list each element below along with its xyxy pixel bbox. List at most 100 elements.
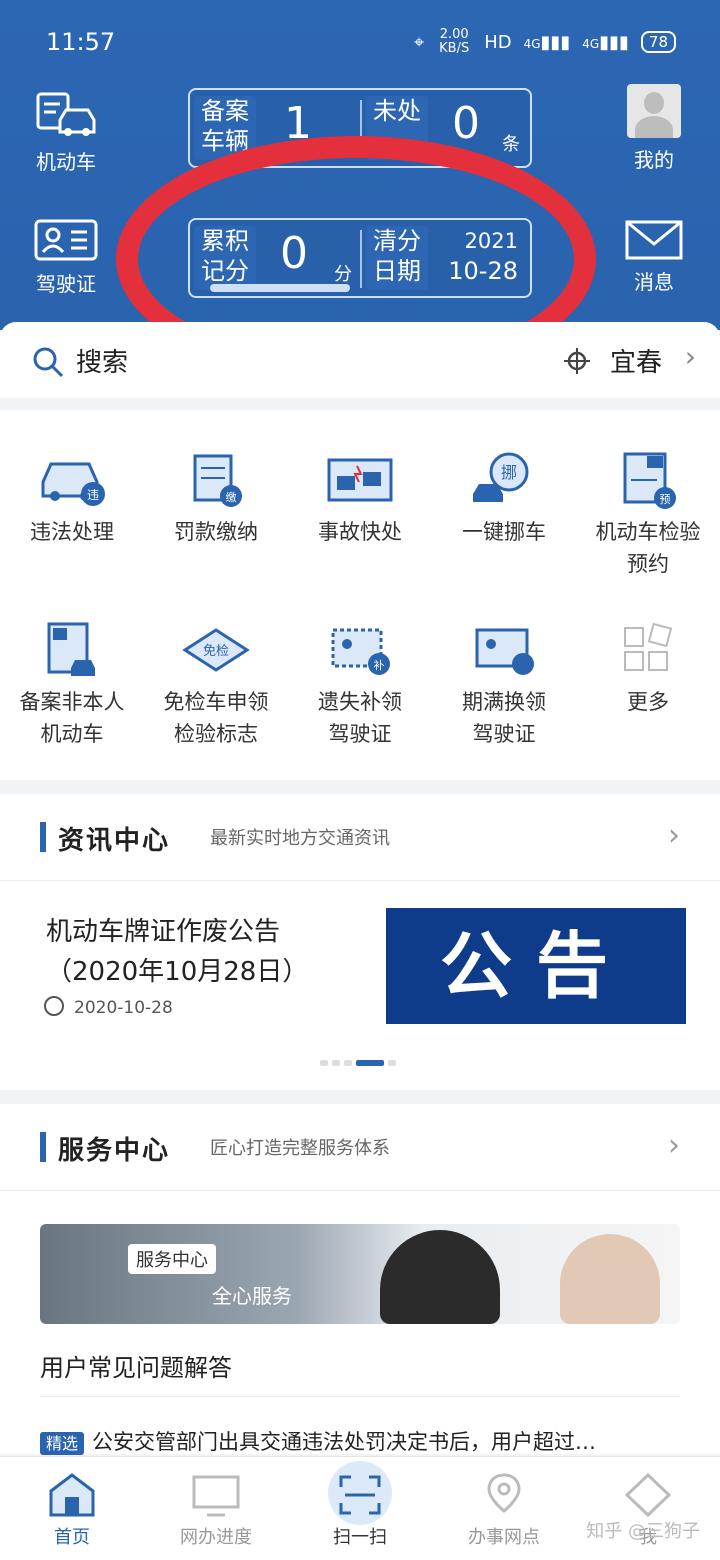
diamond-icon xyxy=(624,1472,672,1518)
news-banner-image[interactable]: 公告 xyxy=(386,908,686,1024)
svg-text:免检: 免检 xyxy=(203,644,229,659)
tab-label: 办事网点 xyxy=(468,1527,540,1548)
avatar xyxy=(627,84,681,138)
move-car-icon: 挪 xyxy=(473,452,529,502)
tab-label: 首页 xyxy=(54,1527,90,1548)
svg-text:缴: 缴 xyxy=(226,490,237,504)
service-violation[interactable]: 违 违法处理 xyxy=(0,450,144,548)
featured-tag: 精选 xyxy=(40,1432,85,1455)
service-lost-license[interactable]: 补 遗失补领驾驶证 xyxy=(288,620,432,750)
faq-item[interactable]: 精选 公安交管部门出具交通违法处罚决定书后，用户超过… xyxy=(40,1426,596,1456)
carousel-dot xyxy=(320,1060,328,1066)
service-more[interactable]: 更多 xyxy=(576,620,720,718)
signal-icon-2: 4G▮▮▮ xyxy=(582,31,629,53)
tab-progress[interactable]: 网办进度 xyxy=(144,1471,288,1549)
faq-heading[interactable]: 用户常见问题解答 xyxy=(40,1348,232,1383)
service-register-vehicle[interactable]: 备案非本人机动车 xyxy=(0,620,144,750)
carousel-dot xyxy=(344,1060,352,1066)
unprocessed-unit: 条 xyxy=(502,134,520,155)
news-title-line2: （2020年10月28日） xyxy=(46,957,309,987)
mine-button[interactable]: 我的 xyxy=(604,84,704,173)
tab-label: 网办进度 xyxy=(180,1527,252,1548)
license-card-icon xyxy=(34,219,98,261)
clock-icon xyxy=(44,996,64,1016)
service-label: 更多 xyxy=(627,690,669,714)
banner-chip: 服务中心 xyxy=(128,1244,216,1274)
search-bar[interactable]: 搜索 宜春 › xyxy=(0,322,720,398)
license-label: 驾驶证 xyxy=(36,272,96,296)
scan-icon xyxy=(339,1475,381,1515)
service-label: 事故快处 xyxy=(318,520,402,544)
bottom-tab-bar: 首页 网办进度 扫一扫 办事网点 我 知乎 @三狗子 xyxy=(0,1456,720,1560)
svg-text:违: 违 xyxy=(87,488,99,502)
signal-label-1: 4G xyxy=(523,36,541,51)
service-move-car[interactable]: 挪 一键挪车 xyxy=(432,450,576,548)
accident-icon xyxy=(327,458,393,502)
violation-car-icon: 违 xyxy=(41,462,105,506)
service-label: 遗失补领驾驶证 xyxy=(318,690,402,746)
status-icons: ⌖ 2.00 KB/S HD 4G▮▮▮ 4G▮▮▮ 78 xyxy=(414,28,676,56)
signal-label-2: 4G xyxy=(582,36,600,51)
watermark: 知乎 @三狗子 xyxy=(586,1521,700,1542)
service-fine[interactable]: 缴 罚款缴纳 xyxy=(144,450,288,548)
service-label: 期满换领驾驶证 xyxy=(462,690,546,746)
service-label: 一键挪车 xyxy=(462,520,546,544)
service-exempt-inspection[interactable]: 免检 免检车申领检验标志 xyxy=(144,620,288,750)
carousel-indicator xyxy=(320,1060,396,1066)
message-button[interactable]: 消息 xyxy=(604,220,704,295)
tab-outlets[interactable]: 办事网点 xyxy=(432,1471,576,1549)
service-label: 免检车申领检验标志 xyxy=(163,690,269,746)
carousel-dot-active xyxy=(356,1060,384,1066)
tab-home[interactable]: 首页 xyxy=(0,1471,144,1549)
agent-photo-2 xyxy=(560,1234,660,1324)
home-icon xyxy=(49,1473,95,1517)
banner-slogan: 全心服务 xyxy=(212,1284,292,1308)
service-center-banner[interactable]: 服务中心 全心服务 xyxy=(40,1224,680,1324)
news-section-title: 资讯中心 xyxy=(58,826,171,856)
news-more-chevron-icon[interactable]: › xyxy=(668,818,680,853)
service-accident[interactable]: 事故快处 xyxy=(288,450,432,548)
section-accent-bar xyxy=(40,822,46,852)
news-section: 资讯中心 最新实时地方交通资讯 › 机动车牌证作废公告 （2020年10月28日… xyxy=(0,794,720,1090)
unprocessed-value: 0 xyxy=(452,98,480,149)
tab-label: 扫一扫 xyxy=(333,1527,387,1548)
vehicle-button[interactable]: 机动车 xyxy=(16,86,116,175)
service-center-title: 服务中心 xyxy=(58,1136,171,1166)
network-speed: 2.00 KB/S xyxy=(439,27,470,56)
svg-text:预: 预 xyxy=(660,493,671,506)
vehicle-icon xyxy=(36,92,96,136)
location-icon: ⌖ xyxy=(414,31,425,53)
fine-payment-icon: 缴 xyxy=(193,454,242,507)
tab-scan[interactable]: 扫一扫 xyxy=(288,1461,432,1549)
service-label: 罚款缴纳 xyxy=(174,520,258,544)
battery-indicator: 78 xyxy=(640,31,676,53)
service-inspection-booking[interactable]: 预 机动车检验预约 xyxy=(576,450,720,580)
exempt-inspection-icon: 免检 xyxy=(182,628,250,672)
license-button[interactable]: 驾驶证 xyxy=(16,218,116,297)
app-root: 11:57 ⌖ 2.00 KB/S HD 4G▮▮▮ 4G▮▮▮ 78 机动车 xyxy=(0,0,720,1560)
service-label: 备案非本人机动车 xyxy=(19,690,125,746)
service-renew-license[interactable]: 期满换领驾驶证 xyxy=(432,620,576,750)
news-item-title[interactable]: 机动车牌证作废公告 （2020年10月28日） xyxy=(46,912,308,992)
svg-text:挪: 挪 xyxy=(501,463,517,482)
city-selector[interactable]: 宜春 xyxy=(610,342,662,379)
location-crosshair-icon xyxy=(564,348,590,374)
service-center-chevron-icon[interactable]: › xyxy=(668,1128,680,1163)
envelope-icon xyxy=(625,220,683,260)
agent-photo xyxy=(380,1230,500,1324)
faq-divider xyxy=(40,1396,680,1397)
search-label: 搜索 xyxy=(76,348,129,378)
more-grid-icon xyxy=(624,622,673,671)
message-label: 消息 xyxy=(634,270,674,294)
search-icon xyxy=(33,347,64,378)
register-vehicle-icon xyxy=(47,622,95,676)
vehicle-label: 机动车 xyxy=(36,150,96,174)
chevron-right-icon: › xyxy=(684,340,696,373)
monitor-icon xyxy=(192,1475,240,1517)
renew-license-icon xyxy=(475,628,534,675)
status-bar: 11:57 ⌖ 2.00 KB/S HD 4G▮▮▮ 4G▮▮▮ 78 xyxy=(0,22,720,66)
svg-text:补: 补 xyxy=(374,659,385,672)
faq-item-text: 公安交管部门出具交通违法处罚决定书后，用户超过… xyxy=(92,1430,597,1454)
service-label: 机动车检验预约 xyxy=(595,520,701,576)
carousel-dot xyxy=(388,1060,396,1066)
